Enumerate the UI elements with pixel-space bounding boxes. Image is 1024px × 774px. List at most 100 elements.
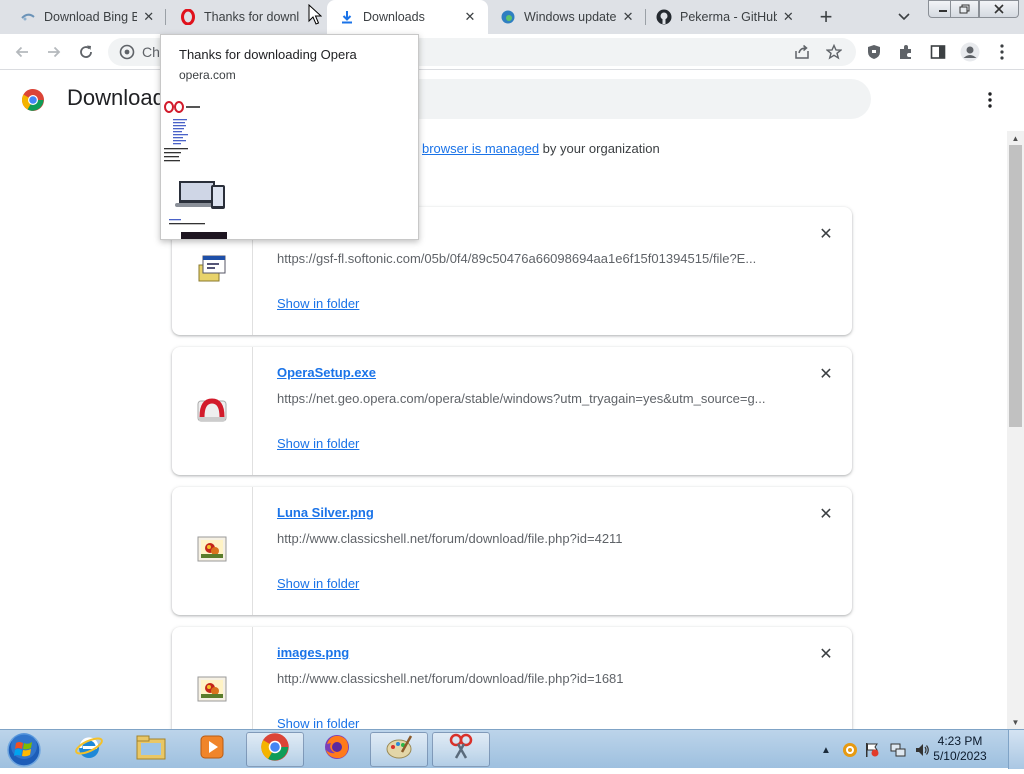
downloads-page: Download browser is managed by your orga… <box>0 71 1024 729</box>
extension-shield-icon[interactable] <box>862 40 886 64</box>
search-downloads-input[interactable] <box>395 79 871 119</box>
download-icon-column <box>172 347 253 475</box>
tab-close-icon[interactable]: ✕ <box>141 9 156 25</box>
taskbar-windows-explorer[interactable] <box>122 732 180 767</box>
snipping-tool-icon <box>446 732 476 767</box>
tab-close-icon[interactable]: ✕ <box>462 9 478 25</box>
chrome-page-icon <box>118 43 136 61</box>
show-in-folder-link[interactable]: Show in folder <box>277 716 359 729</box>
tab-github[interactable]: Pekerma - GitHub ✕ <box>646 0 806 34</box>
image-file-icon <box>197 536 227 567</box>
more-actions-icon[interactable] <box>980 88 1000 112</box>
tab-download-bing[interactable]: Download Bing Ba ✕ <box>0 0 166 34</box>
restore-button[interactable] <box>950 0 979 18</box>
show-hidden-icons-icon[interactable]: ▲ <box>818 742 834 758</box>
taskbar-media-player[interactable] <box>183 732 241 767</box>
tab-windows-update[interactable]: Windows update ✕ <box>488 0 646 34</box>
bing-icon <box>20 9 36 25</box>
clock-date: 5/10/2023 <box>933 749 987 763</box>
action-center-flag-icon[interactable] <box>864 742 880 758</box>
windows-explorer-icon <box>135 733 167 766</box>
close-window-button[interactable] <box>979 0 1019 18</box>
tab-search-icon[interactable] <box>893 8 915 26</box>
download-url: https://net.geo.opera.com/opera/stable/w… <box>277 391 766 406</box>
page-title: Download <box>67 85 165 110</box>
download-filename[interactable]: images.png <box>277 645 349 660</box>
tab-downloads[interactable]: Downloads ✕ <box>327 0 488 34</box>
taskbar-paint[interactable] <box>370 732 428 767</box>
download-filename[interactable]: OperaSetup.exe <box>277 365 376 380</box>
download-filename[interactable]: Luna Silver.png <box>277 505 374 520</box>
managed-link[interactable]: browser is managed <box>422 141 539 156</box>
page-scrollbar[interactable]: ▲ ▼ <box>1007 131 1024 729</box>
show-in-folder-link[interactable]: Show in folder <box>277 576 359 591</box>
start-button[interactable] <box>4 731 44 769</box>
taskbar-clock[interactable]: 4:23 PM 5/10/2023 <box>926 734 994 764</box>
taskbar-internet-explorer[interactable] <box>60 732 118 767</box>
scroll-up-arrow-icon[interactable]: ▲ <box>1007 131 1024 145</box>
opera-icon <box>180 9 196 25</box>
tab-close-icon[interactable]: ✕ <box>781 9 796 25</box>
opera-installer-icon <box>196 393 228 430</box>
github-icon <box>656 9 672 25</box>
tab-title: Downloads <box>363 10 425 24</box>
image-file-icon <box>197 676 227 707</box>
download-icon <box>339 9 355 25</box>
taskbar-firefox[interactable] <box>308 732 366 767</box>
tab-title: Windows update <box>524 10 617 24</box>
browser-toolbar: Chr <box>0 34 1024 70</box>
bookmark-star-icon[interactable] <box>822 40 846 64</box>
managed-suffix: by your organization <box>539 141 660 156</box>
remove-download-icon[interactable]: ✕ <box>816 224 836 244</box>
download-item: Luna Silver.png http://www.classicshell.… <box>172 487 852 615</box>
download-icon-column <box>172 487 253 615</box>
tab-thanks-opera[interactable]: Thanks for downl <box>166 0 327 34</box>
tab-preview-thumbnail <box>161 95 418 239</box>
installer-icon <box>196 253 228 290</box>
internet-explorer-icon <box>74 732 104 767</box>
back-button[interactable] <box>10 40 34 64</box>
network-icon[interactable] <box>890 742 906 758</box>
managed-notice: browser is managed by your organization <box>422 141 660 156</box>
chrome-icon <box>260 732 290 767</box>
download-url: http://www.classicshell.net/forum/downlo… <box>277 671 624 686</box>
download-item: images.png http://www.classicshell.net/f… <box>172 627 852 729</box>
hover-card-title: Thanks for downloading Opera <box>179 47 357 62</box>
taskbar-chrome[interactable] <box>246 732 304 767</box>
extensions-puzzle-icon[interactable] <box>894 40 918 64</box>
tab-close-icon[interactable]: ✕ <box>620 9 636 25</box>
tab-hover-card: Thanks for downloading Opera opera.com <box>160 34 419 240</box>
side-panel-icon[interactable] <box>926 40 950 64</box>
remove-download-icon[interactable]: ✕ <box>816 364 836 384</box>
download-item: OperaSetup.exe https://net.geo.opera.com… <box>172 347 852 475</box>
download-url: https://gsf-fl.softonic.com/05b/0f4/89c5… <box>277 251 757 266</box>
download-url: http://www.classicshell.net/forum/downlo… <box>277 531 623 546</box>
new-tab-button[interactable]: + <box>814 4 838 29</box>
firefox-icon <box>322 732 352 767</box>
browser-menu-icon[interactable] <box>990 40 1014 64</box>
scrollbar-thumb[interactable] <box>1009 145 1022 427</box>
tab-strip: Download Bing Ba ✕ Thanks for downl Down… <box>0 0 1024 34</box>
download-icon-column <box>172 627 253 729</box>
edge-icon <box>500 9 516 25</box>
show-in-folder-link[interactable]: Show in folder <box>277 436 359 451</box>
hover-card-domain: opera.com <box>179 68 236 82</box>
clock-time: 4:23 PM <box>937 734 983 748</box>
scroll-down-arrow-icon[interactable]: ▼ <box>1007 715 1024 729</box>
show-desktop-button[interactable] <box>1008 730 1024 769</box>
tray-app-icon[interactable] <box>842 742 858 758</box>
mouse-cursor-icon <box>308 3 323 26</box>
taskbar-snipping-tool[interactable] <box>432 732 490 767</box>
remove-download-icon[interactable]: ✕ <box>816 504 836 524</box>
reload-button[interactable] <box>74 40 98 64</box>
show-in-folder-link[interactable]: Show in folder <box>277 296 359 311</box>
chrome-logo-icon <box>21 88 45 112</box>
share-icon[interactable] <box>790 40 814 64</box>
profile-avatar-icon[interactable] <box>958 40 982 64</box>
tab-title: Download Bing Ba <box>44 10 138 24</box>
remove-download-icon[interactable]: ✕ <box>816 644 836 664</box>
media-player-icon <box>198 733 226 766</box>
windows-taskbar: ▲ 4:23 PM 5/10/2023 <box>0 729 1024 769</box>
tab-title: Pekerma - GitHub <box>680 10 777 24</box>
forward-button[interactable] <box>42 40 66 64</box>
